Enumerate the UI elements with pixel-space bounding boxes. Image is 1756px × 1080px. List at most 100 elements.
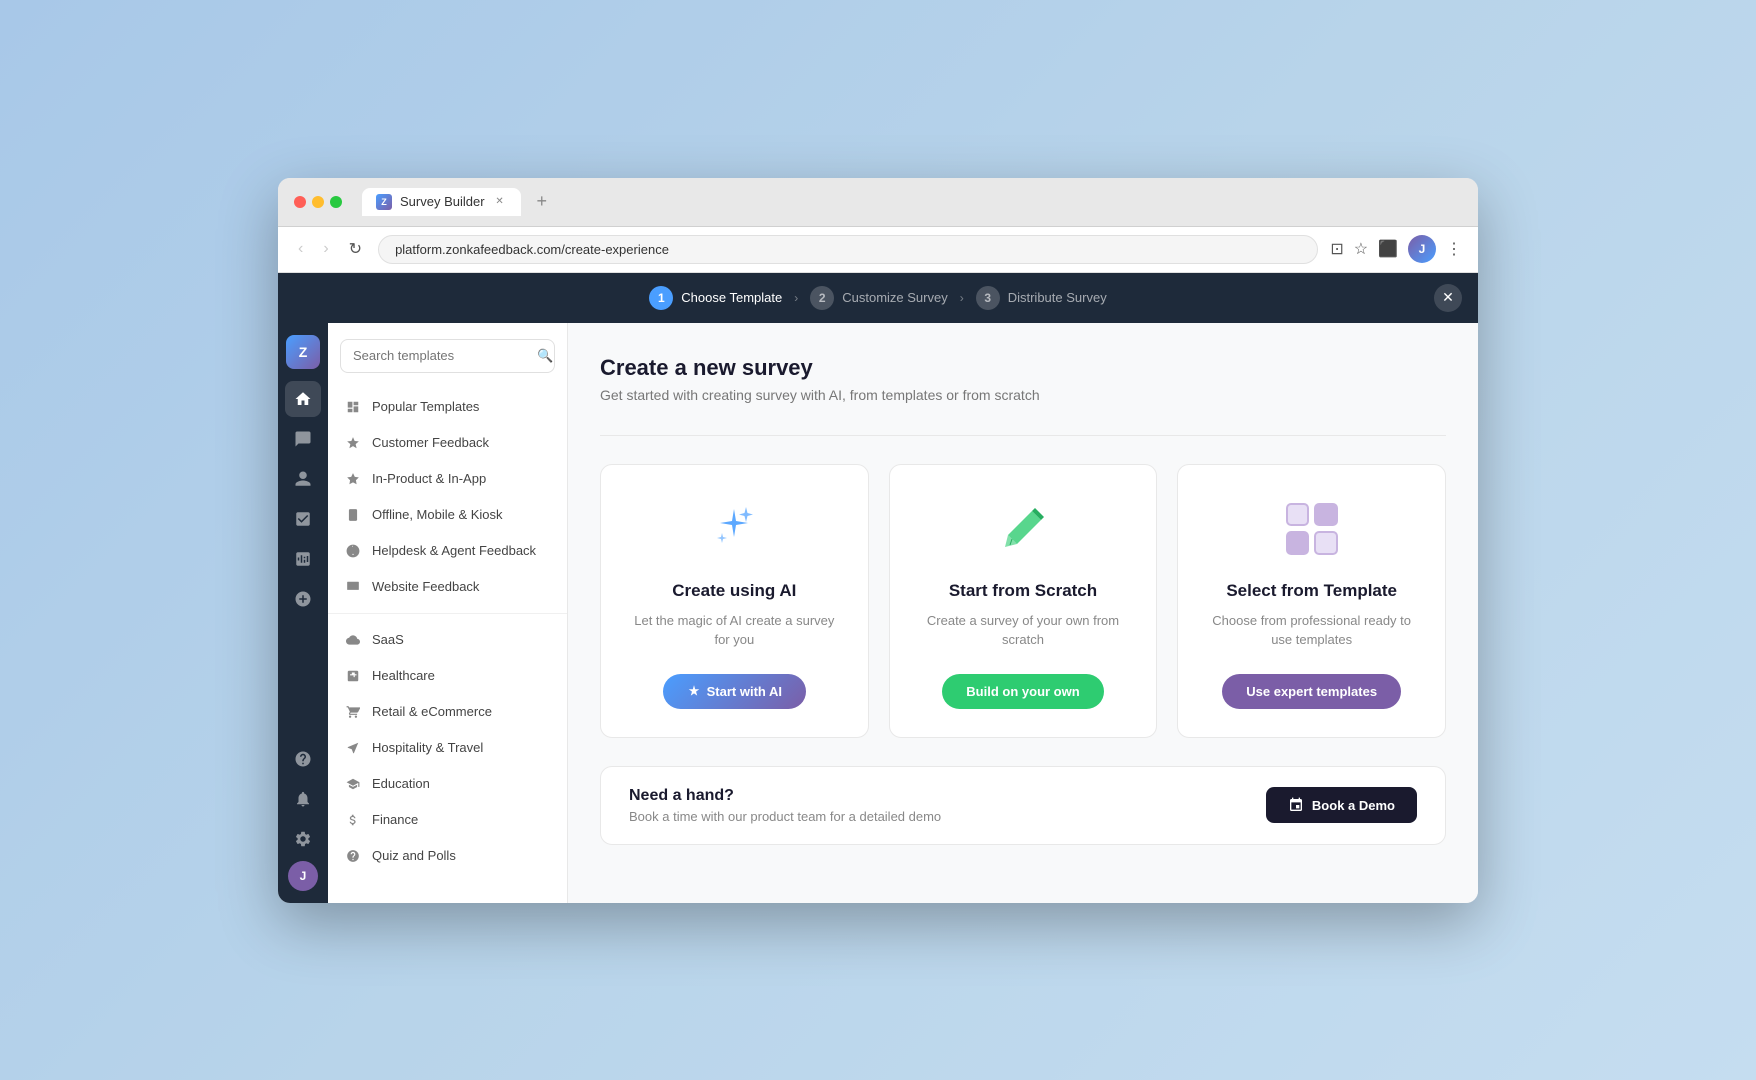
extension-icon[interactable]: ⬛ (1378, 239, 1398, 259)
use-expert-templates-button[interactable]: Use expert templates (1222, 674, 1401, 709)
sidebar-item-home[interactable] (285, 381, 321, 417)
sidebar-item-add[interactable] (285, 581, 321, 617)
option-cards-grid: Create using AI Let the magic of AI crea… (600, 464, 1446, 738)
step-2-label: Customize Survey (842, 290, 947, 305)
ai-button-label: Start with AI (707, 684, 782, 699)
start-with-ai-button[interactable]: Start with AI (663, 674, 806, 709)
helpdesk-icon (344, 542, 362, 560)
sidebar-item-notifications[interactable] (285, 781, 321, 817)
nav-item-saas[interactable]: SaaS (328, 622, 567, 658)
browser-dots (294, 196, 342, 208)
offline-icon (344, 506, 362, 524)
search-box[interactable]: 🔍 (340, 339, 555, 373)
step-3-label: Distribute Survey (1008, 290, 1107, 305)
content-divider (600, 435, 1446, 436)
refresh-button[interactable]: ↻ (345, 235, 366, 263)
hospitality-icon (344, 739, 362, 757)
nav-item-helpdesk[interactable]: Helpdesk & Agent Feedback (328, 533, 567, 569)
menu-icon[interactable]: ⋮ (1446, 239, 1462, 259)
step-3-number: 3 (976, 286, 1000, 310)
close-dot[interactable] (294, 196, 306, 208)
build-on-your-own-button[interactable]: Build on your own (942, 674, 1103, 709)
ai-card-icon-area (702, 497, 766, 561)
step-1-label: Choose Template (681, 290, 782, 305)
new-tab-button[interactable]: + (533, 191, 552, 212)
quiz-icon (344, 847, 362, 865)
address-bar[interactable]: platform.zonkafeedback.com/create-experi… (378, 235, 1318, 264)
help-card-title: Need a hand? (629, 787, 941, 805)
nav-item-finance-label: Finance (372, 812, 418, 827)
stepper-steps: 1 Choose Template › 2 Customize Survey ›… (649, 286, 1106, 310)
browser-user-avatar[interactable]: J (1408, 235, 1436, 263)
tab-title: Survey Builder (400, 194, 485, 209)
forward-button[interactable]: › (319, 236, 332, 262)
sidebar-item-users[interactable] (285, 461, 321, 497)
tab-favicon: Z (376, 194, 392, 210)
inproduct-icon (344, 470, 362, 488)
tab-close-button[interactable]: ✕ (493, 195, 507, 209)
sidebar-user-avatar[interactable]: J (288, 861, 318, 891)
nav-item-website-label: Website Feedback (372, 579, 479, 594)
app-container: Z (278, 323, 1478, 903)
nav-item-healthcare-label: Healthcare (372, 668, 435, 683)
saas-icon (344, 631, 362, 649)
template-card[interactable]: Select from Template Choose from profess… (1177, 464, 1446, 738)
browser-navbar: ‹ › ↻ platform.zonkafeedback.com/create-… (278, 227, 1478, 273)
bookmark-icon[interactable]: ☆ (1354, 239, 1368, 259)
nav-divider (328, 613, 567, 614)
nav-item-hospitality-label: Hospitality & Travel (372, 740, 483, 755)
step-3: 3 Distribute Survey (976, 286, 1107, 310)
back-button[interactable]: ‹ (294, 236, 307, 262)
retail-icon (344, 703, 362, 721)
sidebar-item-analytics[interactable] (285, 541, 321, 577)
nav-item-retail[interactable]: Retail & eCommerce (328, 694, 567, 730)
nav-actions: ⊡ ☆ ⬛ J ⋮ (1330, 235, 1462, 263)
scratch-card[interactable]: Start from Scratch Create a survey of yo… (889, 464, 1158, 738)
app-logo[interactable]: Z (286, 335, 320, 369)
app-sidebar: Z (278, 323, 328, 903)
education-icon (344, 775, 362, 793)
sidebar-item-tasks[interactable] (285, 501, 321, 537)
ai-button-icon (687, 684, 701, 698)
sidebar-item-feedback[interactable] (285, 421, 321, 457)
maximize-dot[interactable] (330, 196, 342, 208)
step-1-number: 1 (649, 286, 673, 310)
stepper-close-button[interactable]: ✕ (1434, 284, 1462, 312)
step-1: 1 Choose Template (649, 286, 782, 310)
browser-window: Z Survey Builder ✕ + ‹ › ↻ platform.zonk… (278, 178, 1478, 903)
nav-item-offline[interactable]: Offline, Mobile & Kiosk (328, 497, 567, 533)
nav-item-customer-feedback[interactable]: Customer Feedback (328, 425, 567, 461)
bell-icon (294, 790, 312, 808)
step-2-number: 2 (810, 286, 834, 310)
search-input[interactable] (353, 348, 529, 363)
ai-sparkles-icon (706, 501, 762, 557)
page-subtitle: Get started with creating survey with AI… (600, 387, 1446, 403)
nav-item-inproduct[interactable]: In-Product & In-App (328, 461, 567, 497)
ai-card-title: Create using AI (672, 581, 796, 601)
help-icon (294, 750, 312, 768)
nav-item-popular[interactable]: Popular Templates (328, 389, 567, 425)
nav-item-finance[interactable]: Finance (328, 802, 567, 838)
calendar-icon (1288, 797, 1304, 813)
sidebar-item-settings[interactable] (285, 821, 321, 857)
minimize-dot[interactable] (312, 196, 324, 208)
nav-item-education[interactable]: Education (328, 766, 567, 802)
help-card-text: Need a hand? Book a time with our produc… (629, 787, 941, 824)
browser-tab[interactable]: Z Survey Builder ✕ (362, 188, 521, 216)
ai-card[interactable]: Create using AI Let the magic of AI crea… (600, 464, 869, 738)
template-card-title: Select from Template (1226, 581, 1397, 601)
book-demo-button[interactable]: Book a Demo (1266, 787, 1417, 823)
sidebar-item-help[interactable] (285, 741, 321, 777)
nav-item-healthcare[interactable]: Healthcare (328, 658, 567, 694)
url-text: platform.zonkafeedback.com/create-experi… (395, 242, 669, 257)
checklist-icon (294, 510, 312, 528)
scratch-card-title: Start from Scratch (949, 581, 1097, 601)
analytics-icon (294, 550, 312, 568)
step-arrow-2: › (960, 291, 964, 305)
cast-icon[interactable]: ⊡ (1330, 239, 1343, 259)
nav-item-helpdesk-label: Helpdesk & Agent Feedback (372, 543, 536, 558)
nav-item-quiz-label: Quiz and Polls (372, 848, 456, 863)
nav-item-website[interactable]: Website Feedback (328, 569, 567, 605)
nav-item-quiz[interactable]: Quiz and Polls (328, 838, 567, 874)
nav-item-hospitality[interactable]: Hospitality & Travel (328, 730, 567, 766)
